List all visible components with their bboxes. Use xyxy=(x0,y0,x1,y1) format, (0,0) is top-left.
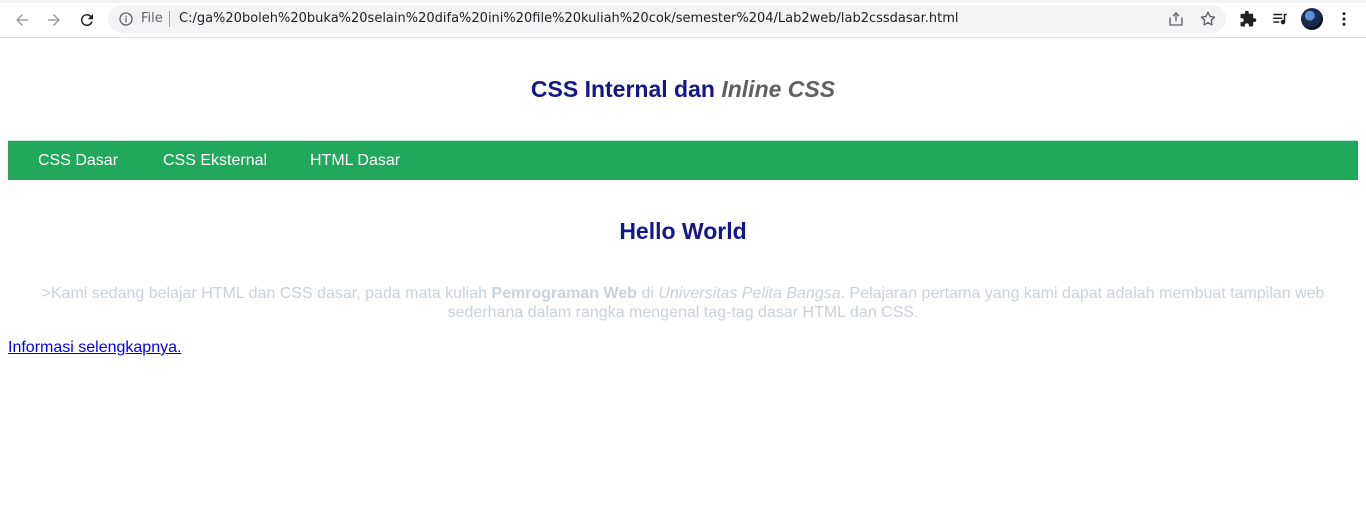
title-italic: Inline CSS xyxy=(721,76,836,102)
forward-button[interactable] xyxy=(42,8,66,32)
arrow-left-icon xyxy=(16,14,28,26)
para-text-1: >Kami sedang belajar HTML dan CSS dasar,… xyxy=(41,285,492,302)
page-title: CSS Internal dan Inline CSS xyxy=(8,76,1358,103)
browser-toolbar: File C:/ga%20boleh%20buka%20selain%20dif… xyxy=(0,0,1366,38)
playlist-icon xyxy=(1273,13,1287,25)
profile-avatar[interactable] xyxy=(1301,8,1323,30)
tab-strip-edge xyxy=(0,0,1366,3)
para-text-2: di xyxy=(636,285,659,302)
nav-link-css-eksternal[interactable]: CSS Eksternal xyxy=(163,152,267,170)
content-heading: Hello World xyxy=(619,218,747,244)
nav-link-html-dasar[interactable]: HTML Dasar xyxy=(310,152,400,170)
info-icon[interactable] xyxy=(118,11,134,27)
para-italic-university: Universitas Pelita Bangsa xyxy=(658,285,841,302)
para-bold-course: Pemrograman Web xyxy=(491,285,637,302)
nav-link-css-dasar[interactable]: CSS Dasar xyxy=(38,152,118,170)
more-info-link[interactable]: Informasi selengkapnya. xyxy=(8,339,181,357)
address-divider xyxy=(169,11,170,27)
bookmark-star-icon[interactable] xyxy=(1199,10,1217,28)
file-scheme-label: File xyxy=(141,11,163,26)
share-icon[interactable] xyxy=(1167,10,1185,28)
menu-button[interactable] xyxy=(1334,9,1354,29)
more-vertical-icon xyxy=(1342,12,1346,26)
intro-paragraph: >Kami sedang belajar HTML dan CSS dasar,… xyxy=(8,284,1358,322)
title-plain: CSS Internal dan xyxy=(530,76,722,102)
back-button[interactable] xyxy=(10,8,34,32)
reload-button[interactable] xyxy=(75,8,99,32)
reload-icon xyxy=(80,14,93,27)
url-text[interactable]: C:/ga%20boleh%20buka%20selain%20difa%20i… xyxy=(179,11,959,27)
address-bar[interactable]: File C:/ga%20boleh%20buka%20selain%20dif… xyxy=(108,5,1226,33)
extensions-button[interactable] xyxy=(1238,9,1258,29)
navbar: CSS Dasar CSS Eksternal HTML Dasar xyxy=(8,140,1358,180)
puzzle-icon xyxy=(1240,10,1257,27)
arrow-right-icon xyxy=(48,14,60,26)
media-control-button[interactable] xyxy=(1270,9,1290,29)
